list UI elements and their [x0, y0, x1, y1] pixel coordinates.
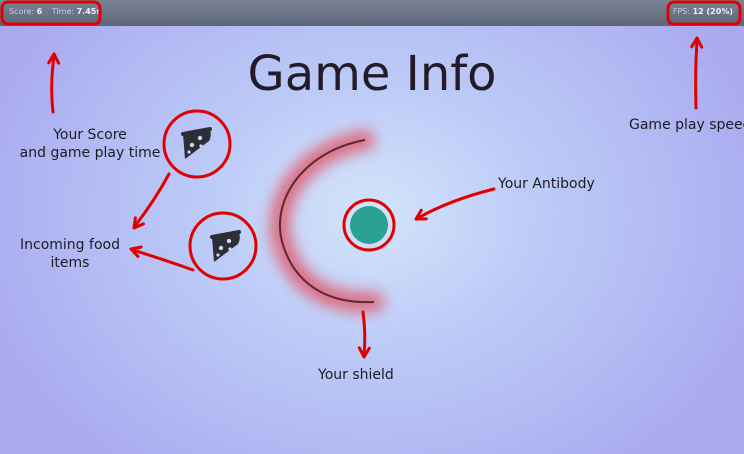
speed-annotation-label: Game play speed: [629, 117, 744, 133]
food-arrow-lower: [127, 242, 195, 272]
antibody-arrow: [412, 187, 496, 225]
score-highlight-box: [0, 0, 102, 26]
game-canvas[interactable]: Score: 6 Time: 7.45s FPS: 12 (20%) Game …: [0, 0, 744, 454]
score-annotation-line2: and game play time: [19, 145, 161, 161]
food-annotation-line1: Incoming food: [20, 237, 120, 253]
shield-annotation-label: Your shield: [318, 367, 394, 383]
food-annotation-line2: items: [50, 255, 90, 271]
food-annotation-label: Incoming food items: [6, 236, 134, 272]
antibody-annotation-label: Your Antibody: [498, 176, 595, 192]
player-antibody: [350, 206, 388, 244]
food-arrow-upper: [128, 172, 171, 233]
page-title: Game Info: [247, 46, 497, 102]
pizza-slice-icon: [210, 230, 242, 264]
shield-arrow: [357, 310, 371, 359]
score-annotation-label: Your Score and game play time: [10, 126, 170, 162]
fps-highlight-box: [666, 0, 742, 26]
score-annotation-line1: Your Score: [53, 127, 127, 143]
pizza-slice-icon: [181, 127, 213, 161]
